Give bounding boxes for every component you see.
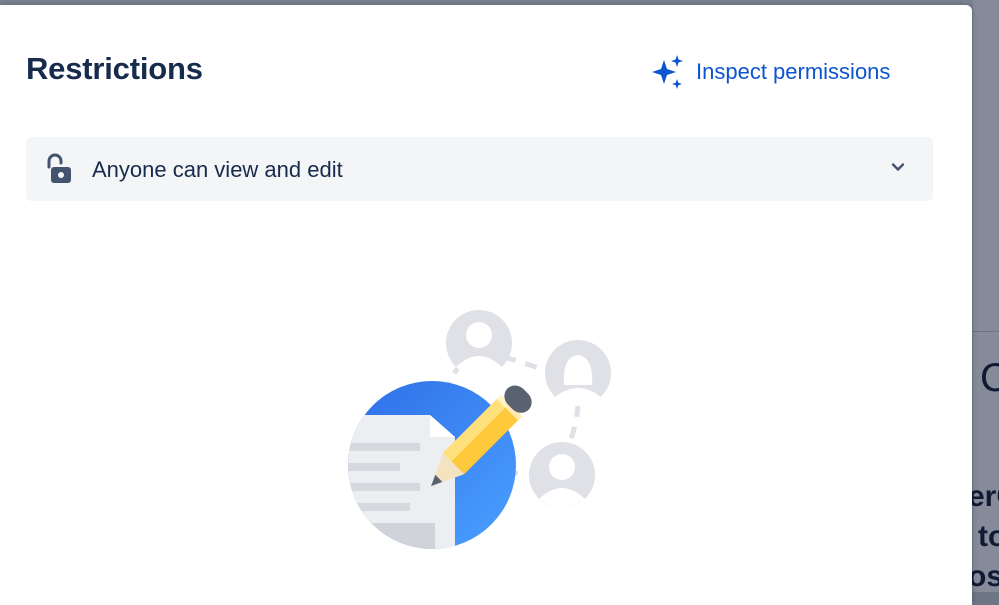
background-text-fragment: C bbox=[980, 356, 999, 400]
background-text-fragment: oss bbox=[968, 560, 999, 593]
inspect-permissions-button[interactable]: Inspect permissions bbox=[650, 54, 890, 90]
inspect-permissions-label: Inspect permissions bbox=[696, 59, 891, 84]
collaboration-illustration bbox=[340, 305, 630, 570]
background-text-fragment: erC bbox=[968, 480, 999, 513]
restriction-level-value: Anyone can view and edit bbox=[92, 157, 343, 182]
restriction-level-select[interactable]: Anyone can view and edit bbox=[26, 137, 933, 201]
dialog-title: Restrictions bbox=[26, 51, 203, 86]
sparkle-icon bbox=[650, 54, 686, 90]
background-text-fragment: to bbox=[978, 520, 999, 553]
background-divider bbox=[973, 331, 999, 332]
unlocked-padlock-icon bbox=[44, 153, 74, 190]
restrictions-dialog: Restrictions Inspect permissions Anyone … bbox=[0, 5, 972, 605]
chevron-down-icon bbox=[890, 159, 906, 180]
